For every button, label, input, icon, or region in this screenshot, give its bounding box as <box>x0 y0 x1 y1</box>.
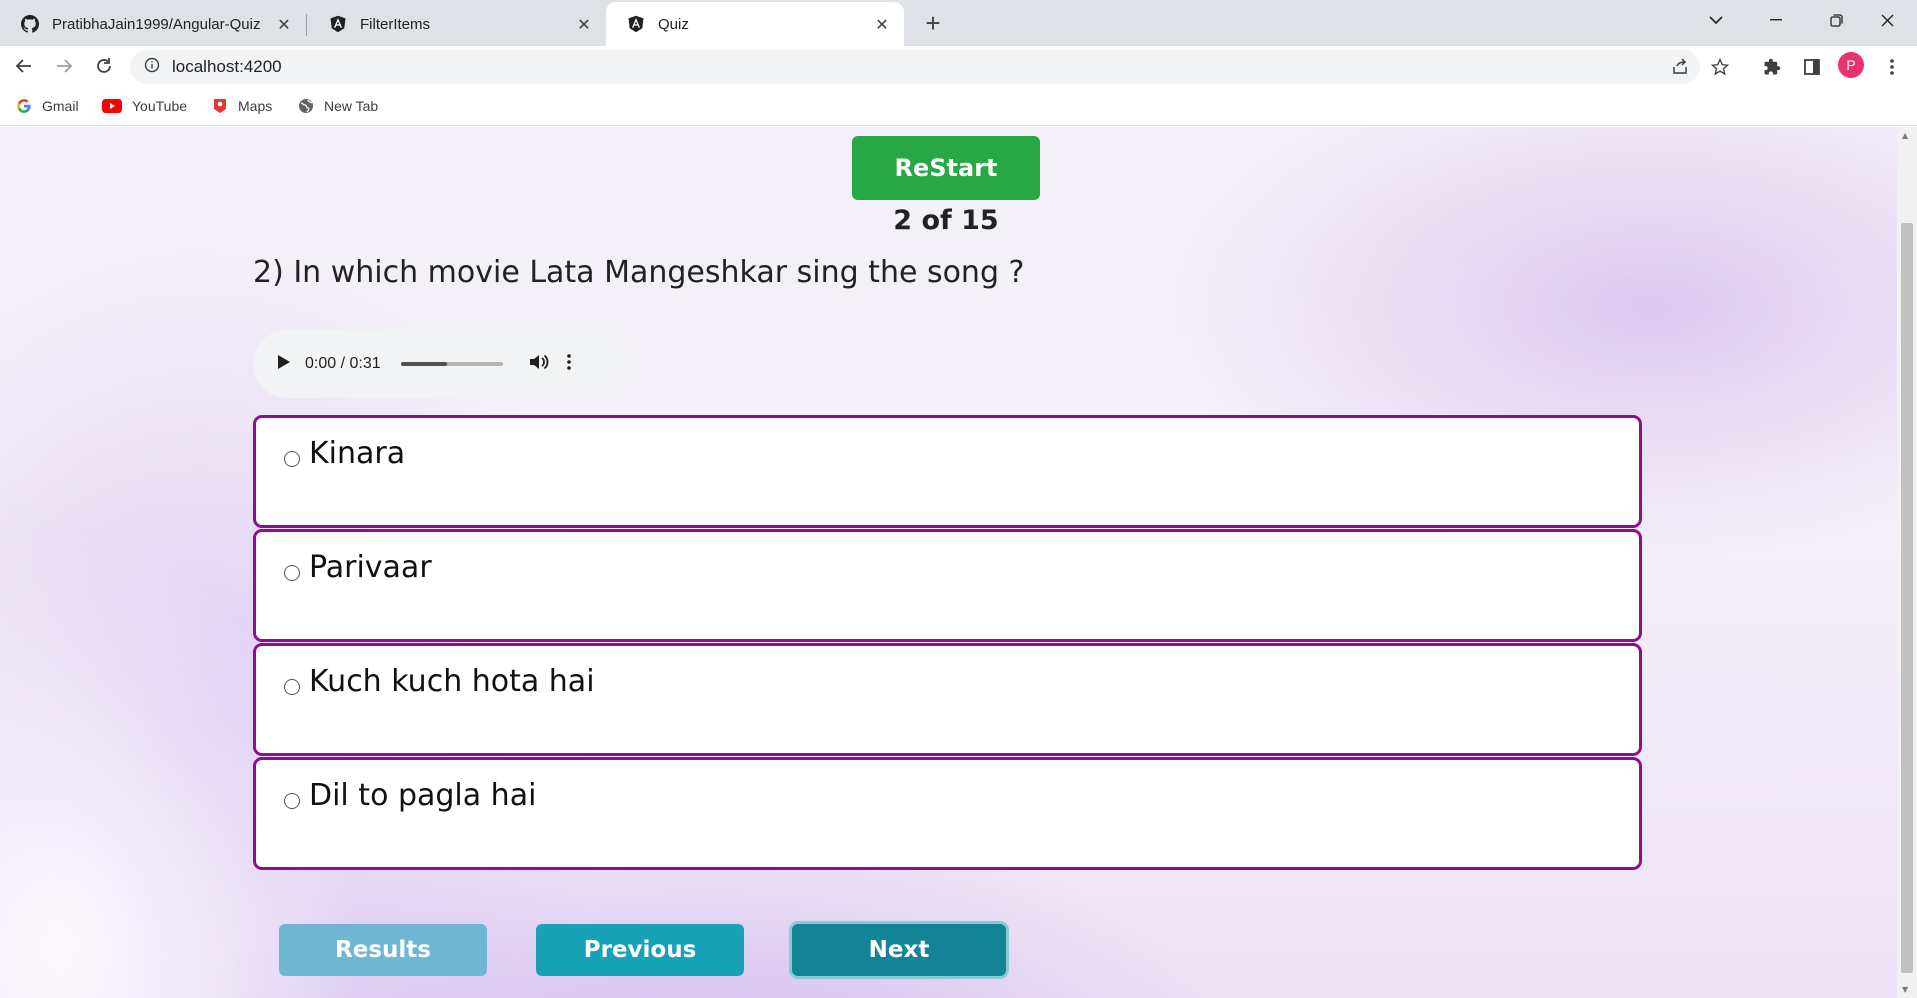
bookmark-youtube[interactable]: YouTube <box>102 94 187 118</box>
volume-icon[interactable] <box>529 353 549 376</box>
scrollbar-thumb[interactable] <box>1901 223 1913 973</box>
bookmarks-bar: Gmail YouTube Maps New Tab <box>0 86 1917 126</box>
option-label: Dil to pagla hai <box>309 778 537 813</box>
tab-search-icon[interactable] <box>1686 0 1746 40</box>
youtube-icon <box>102 98 122 114</box>
tab-title: FilterItems <box>360 15 431 33</box>
answer-option-1[interactable]: Kinara <box>253 415 1642 528</box>
close-window-icon[interactable] <box>1857 0 1917 40</box>
tab-title: PratibhaJain1999/Angular-Quiz <box>52 15 261 33</box>
bookmark-star-icon[interactable] <box>1704 51 1736 83</box>
play-icon[interactable] <box>277 354 291 375</box>
browser-toolbar: localhost:4200 <box>0 46 1917 86</box>
new-tab-button[interactable]: + <box>918 8 948 38</box>
reload-icon[interactable] <box>88 50 120 82</box>
github-icon <box>20 14 40 34</box>
audio-more-options-icon[interactable] <box>566 353 571 375</box>
bookmark-label: YouTube <box>132 98 188 114</box>
bookmark-label: Gmail <box>42 98 79 114</box>
audio-progress-slider[interactable] <box>400 362 503 366</box>
scroll-up-arrow-icon[interactable]: ▲ <box>1902 131 1908 140</box>
side-panel-icon[interactable] <box>1796 51 1828 83</box>
angular-icon <box>328 14 348 34</box>
share-icon[interactable] <box>1664 51 1696 83</box>
results-button[interactable]: Results <box>279 924 487 976</box>
bookmark-new-tab[interactable]: New Tab <box>298 94 378 118</box>
google-icon <box>16 98 32 114</box>
question-text: 2) In which movie Lata Mangeshkar sing t… <box>253 255 1025 290</box>
bookmark-label: Maps <box>238 98 273 114</box>
maps-icon <box>212 98 228 114</box>
answer-option-4[interactable]: Dil to pagla hai <box>253 757 1642 870</box>
question-counter: 2 of 15 <box>893 205 999 236</box>
bookmark-label: New Tab <box>324 98 379 114</box>
tab-filteritems[interactable]: FilterItems ✕ <box>308 2 606 46</box>
scroll-down-arrow-icon[interactable]: ▼ <box>1902 985 1908 994</box>
option-label: Parivaar <box>309 550 432 585</box>
answer-option-2[interactable]: Parivaar <box>253 529 1642 642</box>
option-radio[interactable] <box>284 679 300 695</box>
option-radio[interactable] <box>284 451 300 467</box>
site-info-icon[interactable] <box>144 57 160 77</box>
tab-separator <box>306 14 307 36</box>
audio-time: 0:00 / 0:31 <box>305 355 381 372</box>
minimize-icon[interactable] <box>1746 0 1806 40</box>
kebab-menu-icon[interactable] <box>1876 51 1908 83</box>
address-bar[interactable]: localhost:4200 <box>130 50 1700 84</box>
answer-option-3[interactable]: Kuch kuch hota hai <box>253 643 1642 756</box>
previous-button[interactable]: Previous <box>536 924 744 976</box>
bookmark-maps[interactable]: Maps <box>212 94 272 118</box>
close-tab-icon[interactable]: ✕ <box>574 14 594 34</box>
profile-avatar[interactable]: P <box>1838 52 1864 78</box>
extensions-puzzle-icon[interactable] <box>1756 51 1788 83</box>
tab-angular-quiz-repo[interactable]: PratibhaJain1999/Angular-Quiz ✕ <box>0 2 306 46</box>
option-radio[interactable] <box>284 565 300 581</box>
tab-quiz[interactable]: Quiz ✕ <box>606 2 904 46</box>
tab-strip: PratibhaJain1999/Angular-Quiz ✕ FilterIt… <box>0 0 1917 46</box>
globe-icon <box>298 98 314 114</box>
audio-buffer-bar <box>400 362 447 366</box>
option-radio[interactable] <box>284 793 300 809</box>
close-tab-icon[interactable]: ✕ <box>872 14 892 34</box>
next-button[interactable]: Next <box>792 924 1006 976</box>
forward-arrow-icon[interactable] <box>48 50 80 82</box>
restart-button[interactable]: ReStart <box>852 136 1040 200</box>
url-text: localhost:4200 <box>172 57 282 76</box>
option-label: Kinara <box>309 436 406 471</box>
tab-title: Quiz <box>658 15 689 33</box>
angular-icon <box>626 14 646 34</box>
page-scrollbar[interactable]: ▲ ▼ <box>1897 127 1917 998</box>
close-tab-icon[interactable]: ✕ <box>274 14 294 34</box>
bookmark-gmail[interactable]: Gmail <box>16 94 79 118</box>
quiz-page: ReStart 2 of 15 2) In which movie Lata M… <box>0 127 1897 998</box>
back-arrow-icon[interactable] <box>8 50 40 82</box>
option-label: Kuch kuch hota hai <box>309 664 595 699</box>
audio-player: 0:00 / 0:31 <box>253 330 627 398</box>
